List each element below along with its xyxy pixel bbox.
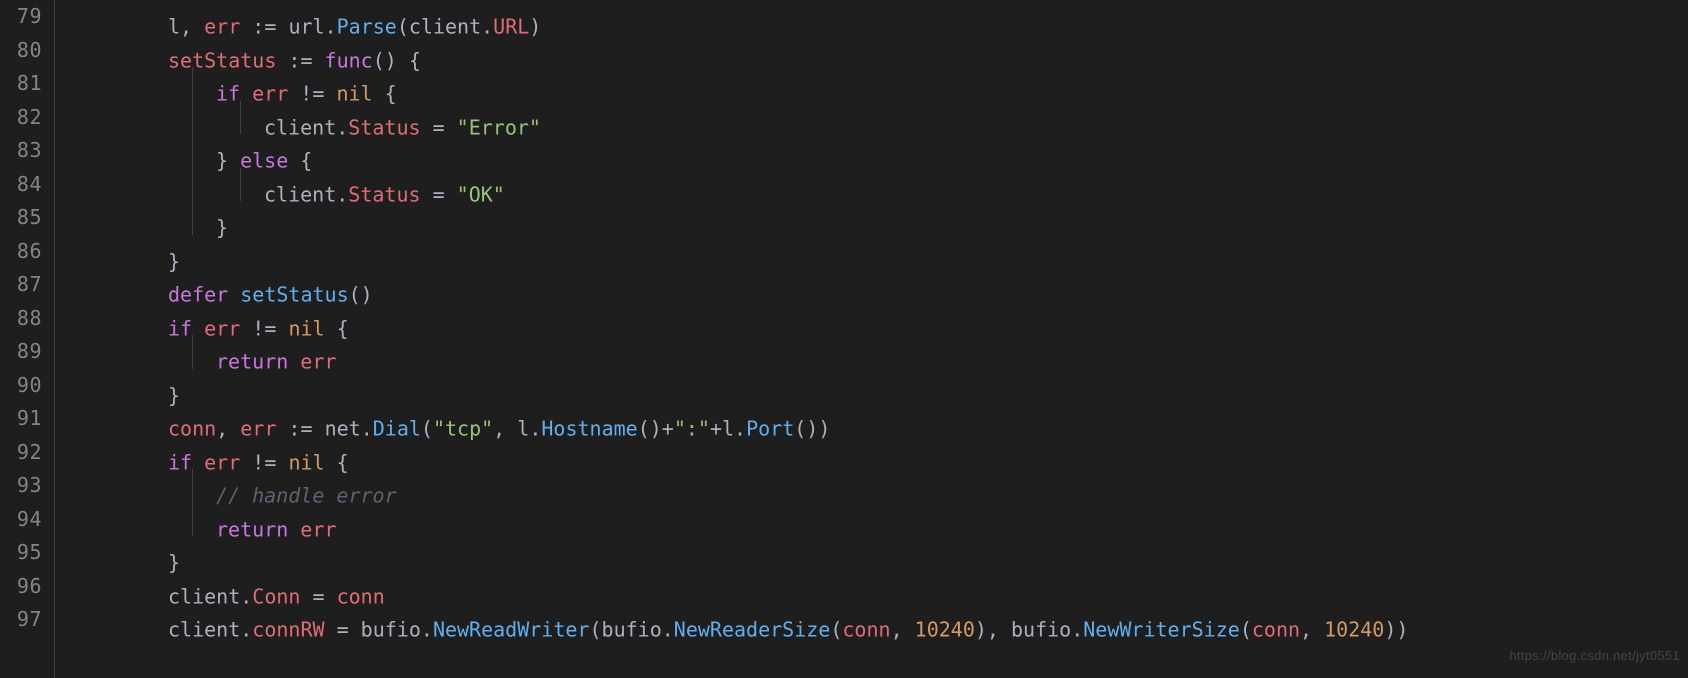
line-number: 79 — [0, 0, 44, 34]
line-number: 82 — [0, 101, 44, 135]
watermark-text: https://blog.csdn.net/jyt0551 — [1509, 639, 1680, 673]
code-line[interactable]: // handle error — [72, 469, 1688, 503]
token-var: conn — [842, 618, 890, 642]
code-line[interactable]: if err != nil { — [72, 302, 1688, 336]
line-number: 90 — [0, 369, 44, 403]
line-number: 94 — [0, 503, 44, 537]
line-number: 81 — [0, 67, 44, 101]
code-line[interactable]: setStatus := func() { — [72, 34, 1688, 68]
line-number: 87 — [0, 268, 44, 302]
line-number: 95 — [0, 536, 44, 570]
code-line[interactable]: } — [72, 536, 1688, 570]
code-line[interactable]: defer setStatus() — [72, 268, 1688, 302]
token-punc: , — [1300, 618, 1324, 642]
line-number: 86 — [0, 235, 44, 269]
code-line[interactable]: } else { — [72, 134, 1688, 168]
token-ident: bufio — [361, 618, 421, 642]
token-punc: ( — [589, 618, 601, 642]
code-line[interactable]: } — [72, 369, 1688, 403]
line-number: 97 — [0, 603, 44, 637]
token-number: 10240 — [915, 618, 975, 642]
code-line[interactable]: client.Status = "OK" — [72, 168, 1688, 202]
code-line[interactable]: return err — [72, 503, 1688, 537]
token-punc: ( — [830, 618, 842, 642]
code-line[interactable]: if err != nil { — [72, 67, 1688, 101]
token-op: = — [325, 618, 361, 642]
code-area[interactable]: l, err := url.Parse(client.URL)setStatus… — [72, 0, 1688, 678]
token-ident: bufio — [602, 618, 662, 642]
code-line[interactable]: client.connRW = bufio.NewReadWriter(bufi… — [72, 603, 1688, 637]
code-editor[interactable]: 79808182838485868788899091929394959697 l… — [0, 0, 1688, 678]
line-number: 84 — [0, 168, 44, 202]
token-punc: . — [662, 618, 674, 642]
token-call: NewReadWriter — [433, 618, 590, 642]
line-number: 80 — [0, 34, 44, 68]
code-line[interactable]: conn, err := net.Dial("tcp", l.Hostname(… — [72, 402, 1688, 436]
token-ident: bufio — [1011, 618, 1071, 642]
code-line[interactable]: l, err := url.Parse(client.URL) — [72, 0, 1688, 34]
token-punc: )) — [1384, 618, 1408, 642]
line-number: 96 — [0, 570, 44, 604]
token-punc: ), — [975, 618, 1011, 642]
token-punc: . — [240, 618, 252, 642]
fold-indicator-line — [54, 0, 55, 678]
token-call: NewWriterSize — [1083, 618, 1240, 642]
token-prop: connRW — [252, 618, 324, 642]
code-line[interactable]: } — [72, 235, 1688, 269]
line-number: 85 — [0, 201, 44, 235]
code-line[interactable]: client.Conn = conn — [72, 570, 1688, 604]
code-line[interactable]: return err — [72, 335, 1688, 369]
token-number: 10240 — [1324, 618, 1384, 642]
line-number: 93 — [0, 469, 44, 503]
line-number: 92 — [0, 436, 44, 470]
token-punc: , — [891, 618, 915, 642]
line-number: 88 — [0, 302, 44, 336]
token-punc: ( — [1240, 618, 1252, 642]
fold-bar — [44, 0, 72, 678]
code-line[interactable]: client.Status = "Error" — [72, 101, 1688, 135]
code-line[interactable]: if err != nil { — [72, 436, 1688, 470]
token-ident: client — [168, 618, 240, 642]
token-punc: . — [1071, 618, 1083, 642]
token-punc: . — [421, 618, 433, 642]
line-number: 89 — [0, 335, 44, 369]
code-line[interactable]: } — [72, 201, 1688, 235]
line-number: 91 — [0, 402, 44, 436]
token-call: NewReaderSize — [674, 618, 831, 642]
token-var: conn — [1252, 618, 1300, 642]
line-number: 83 — [0, 134, 44, 168]
line-number-gutter: 79808182838485868788899091929394959697 — [0, 0, 44, 678]
